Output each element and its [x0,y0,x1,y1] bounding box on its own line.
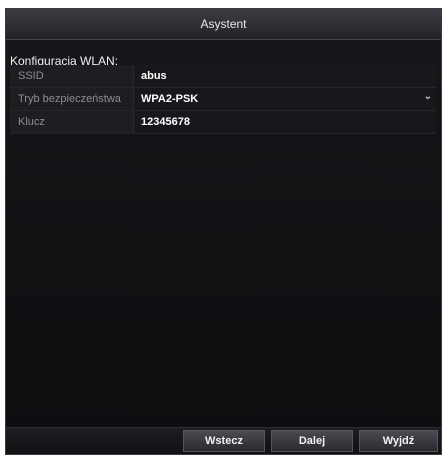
wlan-config-form: SSID abus Tryb bezpieczeństwa WPA2-PSK ⌄… [10,65,436,134]
window-title: Asystent [200,17,247,31]
chevron-down-icon[interactable]: ⌄ [424,91,432,102]
button-bar: Wstecz Dalej Wyjdź [6,427,441,454]
wizard-window: Asystent Konfiguracja WLAN: SSID abus Tr… [5,8,442,455]
key-label: Klucz [10,111,134,133]
security-mode-select[interactable]: WPA2-PSK ⌄ [134,88,436,110]
ssid-label: SSID [10,65,134,87]
back-button[interactable]: Wstecz [183,430,265,452]
security-mode-row: Tryb bezpieczeństwa WPA2-PSK ⌄ [10,88,436,111]
ssid-field[interactable]: abus [134,65,436,87]
next-button[interactable]: Dalej [271,430,353,452]
security-mode-value: WPA2-PSK [141,93,199,105]
security-mode-label: Tryb bezpieczeństwa [10,88,134,110]
ssid-row: SSID abus [10,65,436,88]
exit-button[interactable]: Wyjdź [359,430,438,452]
key-row: Klucz 12345678 [10,111,436,134]
window-titlebar: Asystent [6,9,441,40]
key-field[interactable]: 12345678 [134,111,436,133]
